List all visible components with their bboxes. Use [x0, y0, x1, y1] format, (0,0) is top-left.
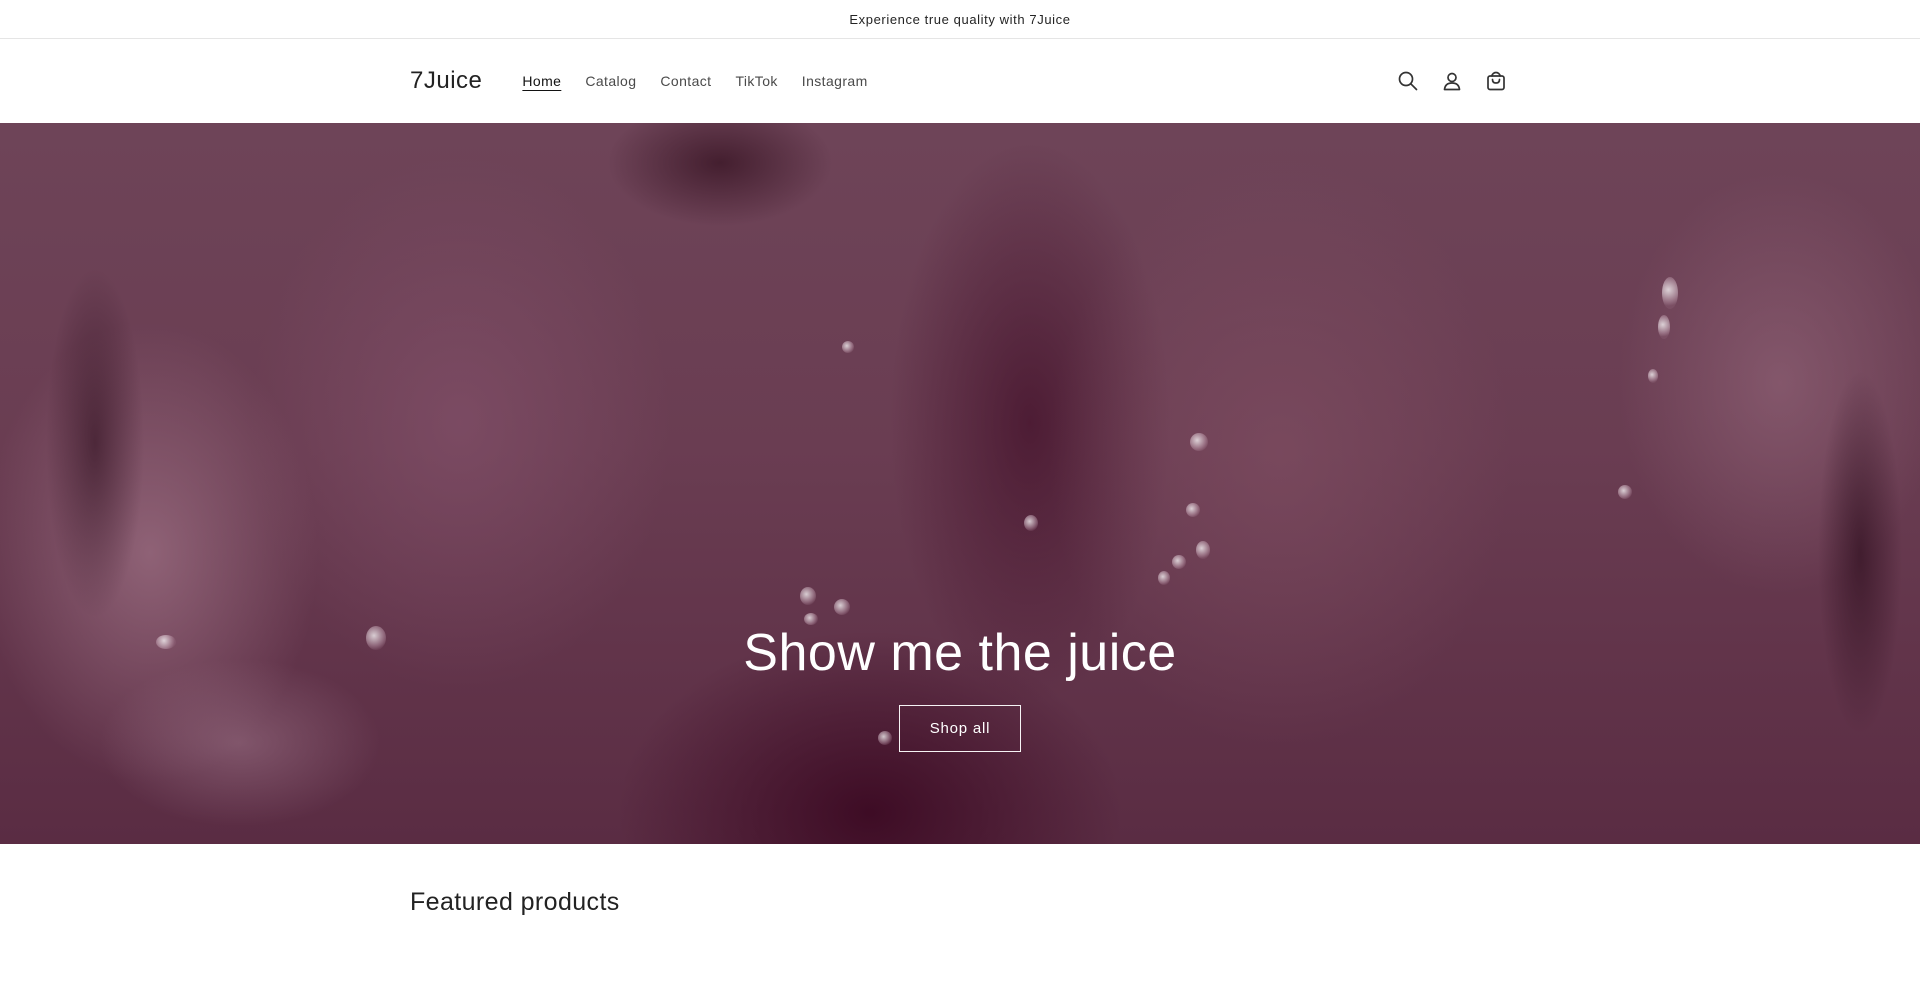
bubble [834, 599, 850, 615]
site-header: 7Juice Home Catalog Contact TikTok Insta… [0, 39, 1920, 123]
hero-banner: Show me the juice Shop all [0, 123, 1920, 844]
bubble [1196, 541, 1210, 559]
bubble [1648, 369, 1658, 383]
announcement-bar: Experience true quality with 7Juice [0, 0, 1920, 39]
bubble [1658, 315, 1670, 339]
header-icons [1396, 69, 1508, 93]
nav-item-home[interactable]: Home [510, 73, 573, 89]
nav-item-instagram[interactable]: Instagram [790, 73, 880, 89]
hero-content: Show me the juice Shop all [0, 623, 1920, 752]
nav-item-contact[interactable]: Contact [648, 73, 723, 89]
bubble [1172, 555, 1186, 569]
featured-products-heading: Featured products [410, 888, 620, 916]
bubble [800, 587, 816, 605]
cart-icon[interactable] [1484, 69, 1508, 93]
bubble [1024, 515, 1038, 531]
bubble [1618, 485, 1632, 499]
bubble [1186, 503, 1200, 517]
announcement-text: Experience true quality with 7Juice [849, 11, 1071, 27]
shop-all-button[interactable]: Shop all [899, 705, 1021, 752]
site-logo[interactable]: 7Juice [410, 67, 482, 95]
hero-title: Show me the juice [743, 624, 1177, 682]
nav-item-catalog[interactable]: Catalog [573, 73, 648, 89]
nav-item-tiktok[interactable]: TikTok [723, 73, 789, 89]
bubble [1662, 277, 1678, 309]
bubble [842, 341, 854, 353]
main-nav: Home Catalog Contact TikTok Instagram [510, 73, 879, 89]
account-icon[interactable] [1440, 69, 1464, 93]
bubble [1190, 433, 1208, 451]
bubble [1158, 571, 1170, 585]
search-icon[interactable] [1396, 69, 1420, 93]
